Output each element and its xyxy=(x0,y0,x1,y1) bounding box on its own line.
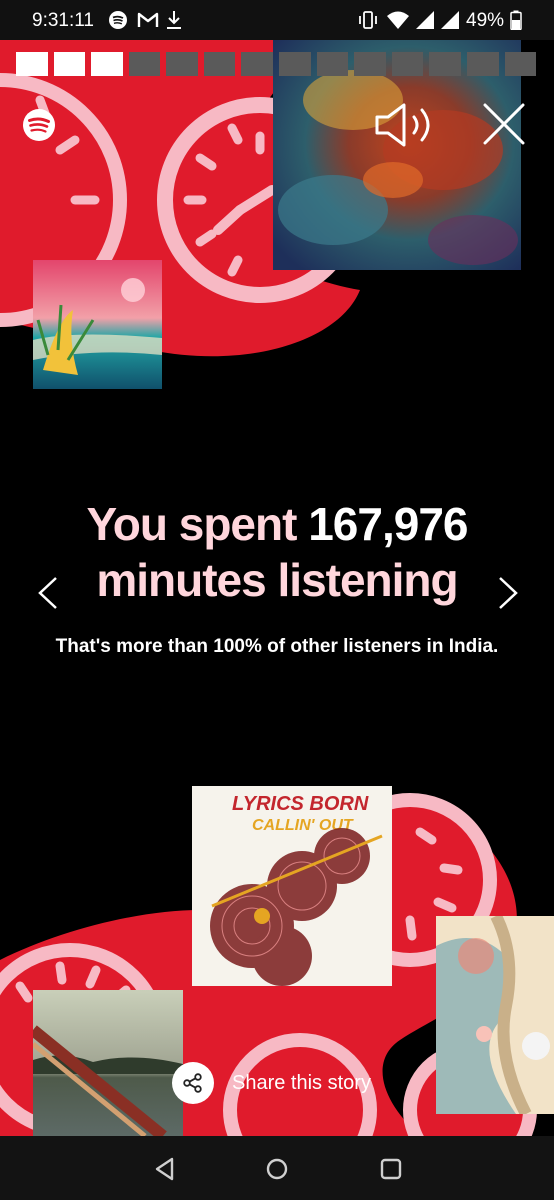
story-progress-segment xyxy=(354,52,386,76)
story-progress-segment xyxy=(166,52,198,76)
gmail-icon xyxy=(137,12,159,27)
share-story-button[interactable]: Share this story xyxy=(172,1062,371,1104)
share-icon xyxy=(172,1062,214,1104)
story-progress-segment xyxy=(16,52,48,76)
album-cover-lake xyxy=(33,990,183,1136)
vibrate-icon xyxy=(359,11,377,29)
close-icon[interactable] xyxy=(482,102,526,146)
next-story-chevron-icon[interactable] xyxy=(496,576,520,610)
story-progress-segment xyxy=(91,52,123,76)
volume-icon[interactable] xyxy=(374,102,440,148)
home-circle-icon[interactable] xyxy=(264,1156,290,1182)
share-label: Share this story xyxy=(232,1071,371,1094)
previous-story-chevron-icon[interactable] xyxy=(36,576,60,610)
subtext: That's more than 100% of other listeners… xyxy=(55,636,499,657)
battery-icon xyxy=(510,10,522,30)
story-progress-segment xyxy=(203,52,236,76)
signal-icon-2 xyxy=(441,11,459,29)
headline-suffix: minutes listening xyxy=(96,554,458,606)
spotify-logo-icon xyxy=(23,109,55,141)
wifi-icon xyxy=(387,11,409,29)
status-time: 9:31:11 xyxy=(32,10,94,31)
story-progress-segment xyxy=(128,52,161,76)
story-progress-segment xyxy=(429,52,461,76)
story-screen: 9:31:11 49% You spent 167,976 minutes li… xyxy=(0,0,554,1200)
story-progress-segment xyxy=(279,52,311,76)
story-progress-segment xyxy=(316,52,349,76)
system-navigation-bar xyxy=(0,1136,554,1200)
story-progress-segment xyxy=(466,52,499,76)
album-cover-watercolor xyxy=(436,916,554,1114)
album-cover-tropical xyxy=(33,260,162,389)
headline-minutes-value: 167,976 xyxy=(308,498,468,550)
status-bar: 9:31:11 49% xyxy=(0,0,554,40)
story-progress-segment xyxy=(241,52,274,76)
back-triangle-icon[interactable] xyxy=(152,1156,178,1182)
svg-text:LYRICS BORN: LYRICS BORN xyxy=(232,793,369,815)
story-progress-segment xyxy=(53,52,86,76)
recents-square-icon[interactable] xyxy=(378,1156,404,1182)
spotify-icon xyxy=(109,11,127,29)
story-progress-segment xyxy=(504,52,537,76)
battery-percent: 49% xyxy=(466,10,505,31)
story-progress-bar xyxy=(16,52,537,76)
story-progress-segment xyxy=(391,52,424,76)
download-icon xyxy=(167,11,181,29)
headline: You spent 167,976 minutes listening xyxy=(0,496,554,608)
signal-icon xyxy=(416,11,434,29)
album-cover-lyrics-born: LYRICS BORN CALLIN' OUT xyxy=(192,786,392,986)
headline-prefix: You spent xyxy=(86,498,309,550)
